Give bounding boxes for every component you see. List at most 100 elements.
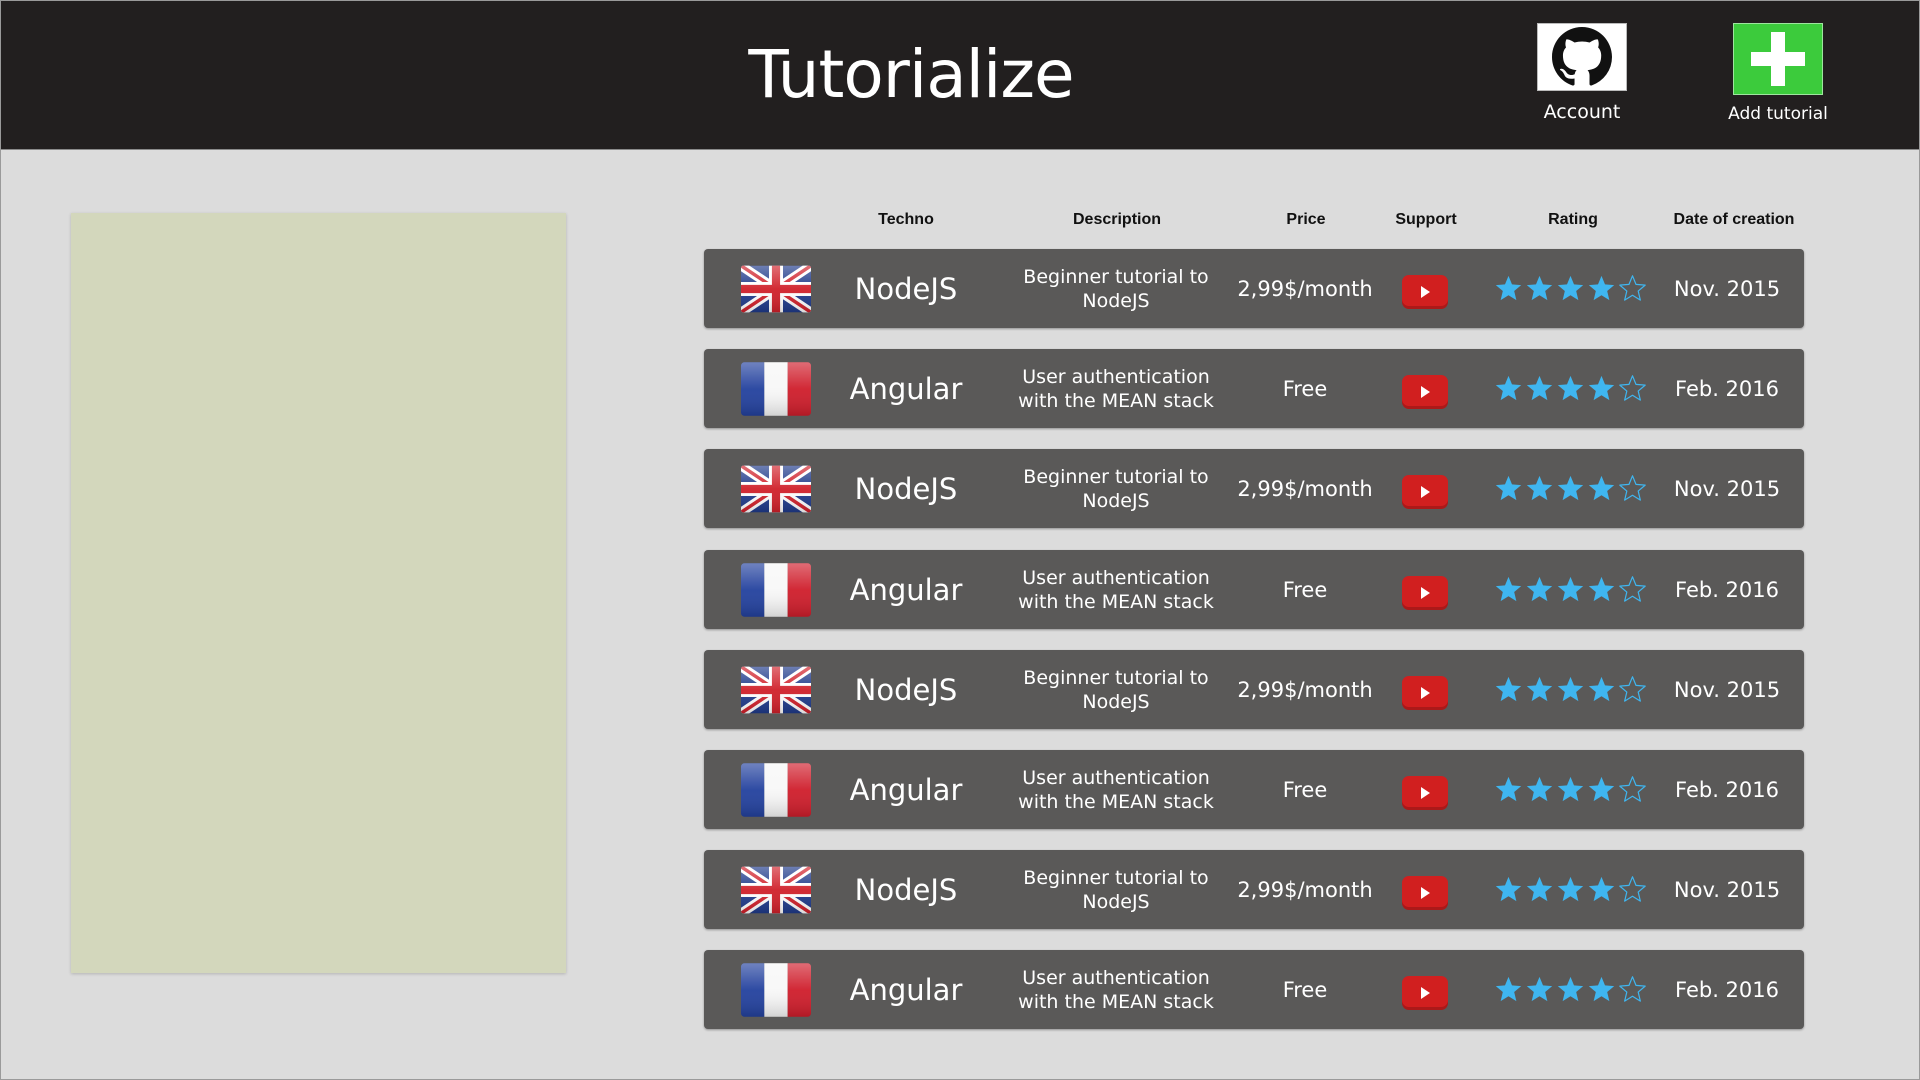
support-cell [1400, 249, 1450, 328]
star-filled-icon [1495, 275, 1521, 301]
play-icon [1421, 485, 1430, 498]
techno-label: NodeJS [854, 471, 958, 506]
star-filled-icon [1526, 475, 1552, 501]
star-filled-icon [1526, 275, 1552, 301]
star-filled-icon [1588, 275, 1614, 301]
description-label: User authentication with the MEAN stack [1018, 566, 1214, 613]
techno-label: Angular [849, 972, 963, 1007]
tutorial-row[interactable]: Angular User authentication with the MEA… [704, 550, 1804, 629]
support-cell [1400, 650, 1450, 729]
star-filled-icon [1557, 976, 1583, 1002]
description-label: Beginner tutorial to NodeJS [1023, 265, 1209, 312]
star-filled-icon [1495, 375, 1521, 401]
play-icon [1421, 786, 1430, 799]
star-filled-icon [1588, 576, 1614, 602]
support-cell [1400, 750, 1450, 829]
account-button[interactable]: Account [1512, 23, 1652, 123]
date-label: Nov. 2015 [1673, 677, 1781, 702]
star-filled-icon [1526, 976, 1552, 1002]
star-filled-icon [1526, 776, 1552, 802]
description-label: Beginner tutorial to NodeJS [1023, 666, 1209, 713]
youtube-icon[interactable] [1402, 775, 1448, 810]
account-icon-box[interactable] [1537, 23, 1627, 91]
star-filled-icon [1495, 576, 1521, 602]
tutorial-row[interactable]: Angular User authentication with the MEA… [704, 349, 1804, 428]
tutorial-row[interactable]: NodeJS Beginner tutorial to NodeJS 2,99$… [704, 850, 1804, 929]
techno-label: NodeJS [854, 872, 958, 907]
youtube-icon[interactable] [1402, 474, 1448, 509]
star-filled-icon [1557, 676, 1583, 702]
language-flag [741, 650, 811, 729]
date-label: Nov. 2015 [1673, 877, 1781, 902]
uk-flag-icon [741, 666, 811, 713]
star-empty-icon [1618, 475, 1646, 501]
france-flag-icon [741, 562, 811, 617]
uk-flag-icon [741, 465, 811, 512]
col-header-description[interactable]: Description [1073, 211, 1161, 229]
rating-stars [1490, 349, 1650, 428]
app-title: Tutorialize [748, 36, 1074, 113]
star-filled-icon [1495, 876, 1521, 902]
col-header-rating[interactable]: Rating [1548, 211, 1598, 229]
tutorial-row[interactable]: NodeJS Beginner tutorial to NodeJS 2,99$… [704, 249, 1804, 328]
star-empty-icon [1618, 776, 1646, 802]
star-filled-icon [1557, 876, 1583, 902]
col-header-price[interactable]: Price [1286, 211, 1325, 229]
star-filled-icon [1495, 976, 1521, 1002]
techno-label: Angular [849, 371, 963, 406]
side-panel [71, 213, 566, 973]
github-icon [1552, 27, 1612, 86]
star-empty-icon [1618, 976, 1646, 1002]
add-tutorial-button[interactable]: Add tutorial [1708, 23, 1848, 124]
add-icon-box[interactable] [1733, 23, 1823, 95]
date-label: Nov. 2015 [1673, 276, 1781, 301]
youtube-icon[interactable] [1402, 875, 1448, 910]
price-label: Free [1282, 577, 1328, 602]
youtube-icon[interactable] [1402, 975, 1448, 1010]
rating-stars [1490, 449, 1650, 528]
play-icon [1421, 986, 1430, 999]
col-header-support[interactable]: Support [1395, 211, 1456, 229]
tutorial-row[interactable]: Angular User authentication with the MEA… [704, 950, 1804, 1029]
price-label: 2,99$/month [1237, 276, 1373, 301]
description-label: User authentication with the MEAN stack [1018, 966, 1214, 1013]
youtube-icon[interactable] [1402, 374, 1448, 409]
support-cell [1400, 950, 1450, 1029]
tutorial-row[interactable]: Angular User authentication with the MEA… [704, 750, 1804, 829]
support-cell [1400, 850, 1450, 929]
play-icon [1421, 586, 1430, 599]
col-header-date[interactable]: Date of creation [1674, 211, 1795, 229]
star-empty-icon [1618, 375, 1646, 401]
star-filled-icon [1557, 375, 1583, 401]
star-filled-icon [1557, 475, 1583, 501]
price-label: 2,99$/month [1237, 877, 1373, 902]
star-empty-icon [1618, 576, 1646, 602]
star-filled-icon [1526, 876, 1552, 902]
description-label: User authentication with the MEAN stack [1018, 365, 1214, 412]
youtube-icon[interactable] [1402, 274, 1448, 309]
description-label: User authentication with the MEAN stack [1018, 766, 1214, 813]
star-empty-icon [1618, 676, 1646, 702]
plus-icon [1751, 32, 1805, 86]
star-filled-icon [1588, 876, 1614, 902]
tutorial-row[interactable]: NodeJS Beginner tutorial to NodeJS 2,99$… [704, 650, 1804, 729]
play-icon [1421, 385, 1430, 398]
youtube-icon[interactable] [1402, 675, 1448, 710]
youtube-icon[interactable] [1402, 575, 1448, 610]
star-filled-icon [1495, 676, 1521, 702]
description-label: Beginner tutorial to NodeJS [1023, 866, 1209, 913]
france-flag-icon [741, 962, 811, 1017]
rating-stars [1490, 950, 1650, 1029]
description-label: Beginner tutorial to NodeJS [1023, 465, 1209, 512]
star-filled-icon [1557, 776, 1583, 802]
star-filled-icon [1557, 275, 1583, 301]
date-label: Feb. 2016 [1675, 977, 1779, 1002]
language-flag [741, 950, 811, 1029]
techno-label: Angular [849, 772, 963, 807]
tutorial-row[interactable]: NodeJS Beginner tutorial to NodeJS 2,99$… [704, 449, 1804, 528]
col-header-techno[interactable]: Techno [878, 211, 934, 229]
date-label: Nov. 2015 [1673, 476, 1781, 501]
techno-label: NodeJS [854, 672, 958, 707]
rating-stars [1490, 750, 1650, 829]
date-label: Feb. 2016 [1675, 376, 1779, 401]
